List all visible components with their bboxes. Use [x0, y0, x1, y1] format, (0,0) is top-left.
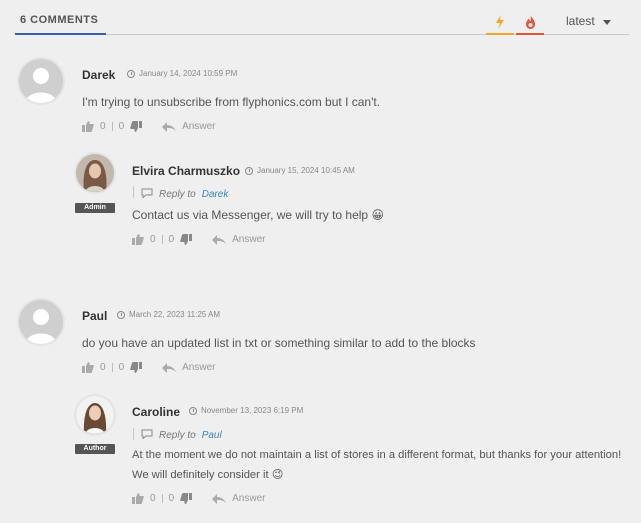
avatar	[19, 59, 63, 103]
vote-divider	[111, 122, 113, 131]
comment-date: November 13, 2023 6:19 PM	[189, 406, 303, 415]
comment-text: do you have an updated list in txt or so…	[82, 336, 476, 350]
comments-count: 6 COMMENTS	[20, 14, 99, 26]
role-badge: Author	[75, 444, 115, 454]
avatar	[76, 396, 114, 434]
bolt-underline	[486, 33, 514, 35]
answer-button[interactable]: Answer	[182, 362, 215, 373]
comments-count-underline	[15, 33, 106, 35]
comment-author[interactable]: Caroline	[132, 405, 180, 419]
comment-date-text: March 22, 2023 11:25 AM	[129, 310, 221, 319]
sort-dropdown-label: latest	[566, 14, 595, 28]
clock-icon	[117, 310, 125, 319]
sort-hot-button[interactable]	[516, 10, 544, 35]
thumbs-up-icon[interactable]	[82, 362, 94, 373]
thumbs-down-icon[interactable]	[130, 362, 143, 373]
reply-arrow-icon[interactable]	[212, 234, 227, 245]
thumbs-down-icon[interactable]	[180, 234, 193, 245]
thumbs-up-icon[interactable]	[132, 234, 144, 245]
fire-icon	[525, 15, 536, 29]
reply-arrow-icon[interactable]	[162, 362, 177, 373]
comment-text: Contact us via Messenger, we will try to…	[132, 208, 384, 222]
dislike-count: 0	[168, 234, 175, 245]
comment-date: January 15, 2024 10:45 AM	[245, 166, 355, 175]
clock-icon	[245, 166, 253, 175]
clock-icon	[127, 69, 135, 78]
reply-to: Reply to Darek	[141, 188, 228, 201]
vote-divider	[161, 494, 163, 503]
comment-date-text: January 15, 2024 10:45 AM	[257, 166, 355, 175]
comment-actions: 0 0 Answer	[82, 121, 215, 132]
speech-bubble-icon	[141, 188, 153, 201]
dislike-count: 0	[118, 362, 125, 373]
comment-text: I'm trying to unsubscribe from flyphonic…	[82, 95, 381, 109]
avatar	[76, 154, 114, 192]
reply-to-label: Reply to	[159, 189, 196, 200]
dislike-count: 0	[168, 493, 175, 504]
avatar	[19, 300, 63, 344]
speech-bubble-icon	[141, 429, 153, 442]
comment-text-line: At the moment we do not maintain a list …	[132, 449, 622, 461]
bolt-icon	[495, 15, 505, 29]
comment-text-line: We will definitely consider it 😉	[132, 469, 284, 481]
thumbs-up-icon[interactable]	[132, 493, 144, 504]
sort-dropdown[interactable]: latest	[566, 14, 611, 28]
comment-date: March 22, 2023 11:25 AM	[117, 310, 220, 319]
reply-to-link[interactable]: Darek	[202, 189, 229, 200]
dislike-count: 0	[118, 121, 125, 132]
answer-button[interactable]: Answer	[182, 121, 215, 132]
like-count: 0	[100, 362, 106, 373]
fire-underline	[516, 33, 544, 35]
answer-button[interactable]: Answer	[232, 234, 265, 245]
role-badge: Admin	[75, 203, 115, 213]
reply-to: Reply to Paul	[141, 429, 222, 442]
comment-author[interactable]: Paul	[82, 309, 107, 323]
comment-text: At the moment we do not maintain a list …	[132, 445, 621, 485]
vote-divider	[111, 363, 113, 372]
reply-to-link[interactable]: Paul	[202, 430, 222, 441]
vote-divider	[161, 235, 163, 244]
thumbs-down-icon[interactable]	[130, 121, 143, 132]
comment-actions: 0 0 Answer	[82, 362, 215, 373]
clock-icon	[189, 406, 197, 415]
comment-actions: 0 0 Answer	[132, 493, 265, 504]
chevron-down-icon	[602, 19, 611, 25]
reply-to-label: Reply to	[159, 430, 196, 441]
answer-button[interactable]: Answer	[232, 493, 265, 504]
comment-actions: 0 0 Answer	[132, 234, 265, 245]
like-count: 0	[150, 493, 156, 504]
comment-author[interactable]: Darek	[82, 68, 115, 82]
comment-date-text: November 13, 2023 6:19 PM	[201, 406, 304, 415]
comment-author[interactable]: Elvira Charmuszko	[132, 164, 240, 178]
reply-arrow-icon[interactable]	[162, 121, 177, 132]
reply-indicator-bar	[133, 428, 134, 440]
like-count: 0	[150, 234, 156, 245]
thumbs-up-icon[interactable]	[82, 121, 94, 132]
thumbs-down-icon[interactable]	[180, 493, 193, 504]
sort-trending-button[interactable]	[486, 10, 514, 35]
comments-header: 6 COMMENTS latest	[15, 6, 629, 35]
comment-date: January 14, 2024 10:59 PM	[127, 69, 237, 78]
comment-date-text: January 14, 2024 10:59 PM	[139, 69, 238, 78]
like-count: 0	[100, 121, 106, 132]
reply-arrow-icon[interactable]	[212, 493, 227, 504]
reply-indicator-bar	[133, 186, 134, 198]
